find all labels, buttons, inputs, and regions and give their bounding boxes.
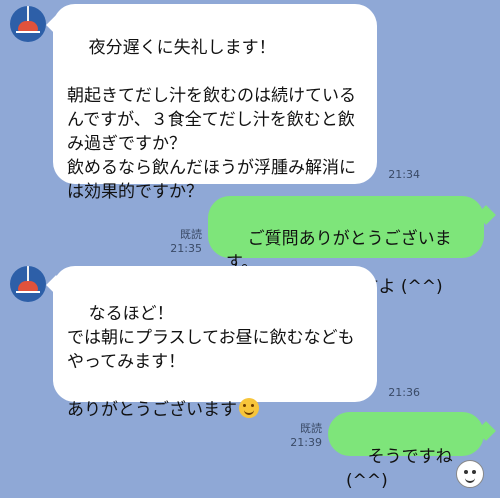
message-text: 夜分遅くに失礼します！ 朝起きてだし汁を飲むのは続けているんですが、３食全てだし… [67, 38, 356, 202]
lamp-base-icon [16, 291, 40, 293]
lamp-cord-icon [27, 266, 29, 282]
smiling-face-emoji-icon [239, 398, 259, 418]
lamp-base-icon [16, 31, 40, 33]
message-time: 21:36 [388, 386, 420, 399]
lamp-avatar-icon [18, 281, 38, 291]
lamp-cord-icon [27, 6, 29, 22]
incoming-message-bubble[interactable]: 夜分遅くに失礼します！ 朝起きてだし汁を飲むのは続けているんですが、３食全てだし… [53, 4, 377, 202]
outgoing-message-bubble[interactable]: ご質問ありがとうございます。 飲み過ぎは無いですよ (^^) [208, 196, 484, 297]
sender-avatar[interactable] [10, 6, 46, 42]
sender-avatar[interactable] [10, 266, 46, 302]
message-text: そうですね (^^) [346, 447, 459, 491]
message-time: 21:34 [388, 168, 420, 181]
sticker-eye [472, 470, 476, 474]
message-time: 21:39 [290, 436, 322, 449]
sticker-eye [464, 470, 468, 474]
sticker-mouth [465, 476, 475, 483]
read-receipt: 既読 [180, 228, 202, 241]
message-text: なるほど！ では朝にプラスしてお昼に飲むなどもやってみます！ ありがとうございま… [67, 304, 355, 420]
outgoing-message-bubble[interactable]: そうですね (^^) [328, 412, 484, 491]
face-sticker-icon[interactable] [456, 460, 484, 488]
message-time: 21:35 [170, 242, 202, 255]
chat-window: 夜分遅くに失礼します！ 朝起きてだし汁を飲むのは続けているんですが、３食全てだし… [0, 0, 500, 498]
lamp-avatar-icon [18, 21, 38, 31]
incoming-message-bubble[interactable]: なるほど！ では朝にプラスしてお昼に飲むなどもやってみます！ ありがとうございま… [53, 266, 377, 420]
read-receipt: 既読 [300, 422, 322, 435]
